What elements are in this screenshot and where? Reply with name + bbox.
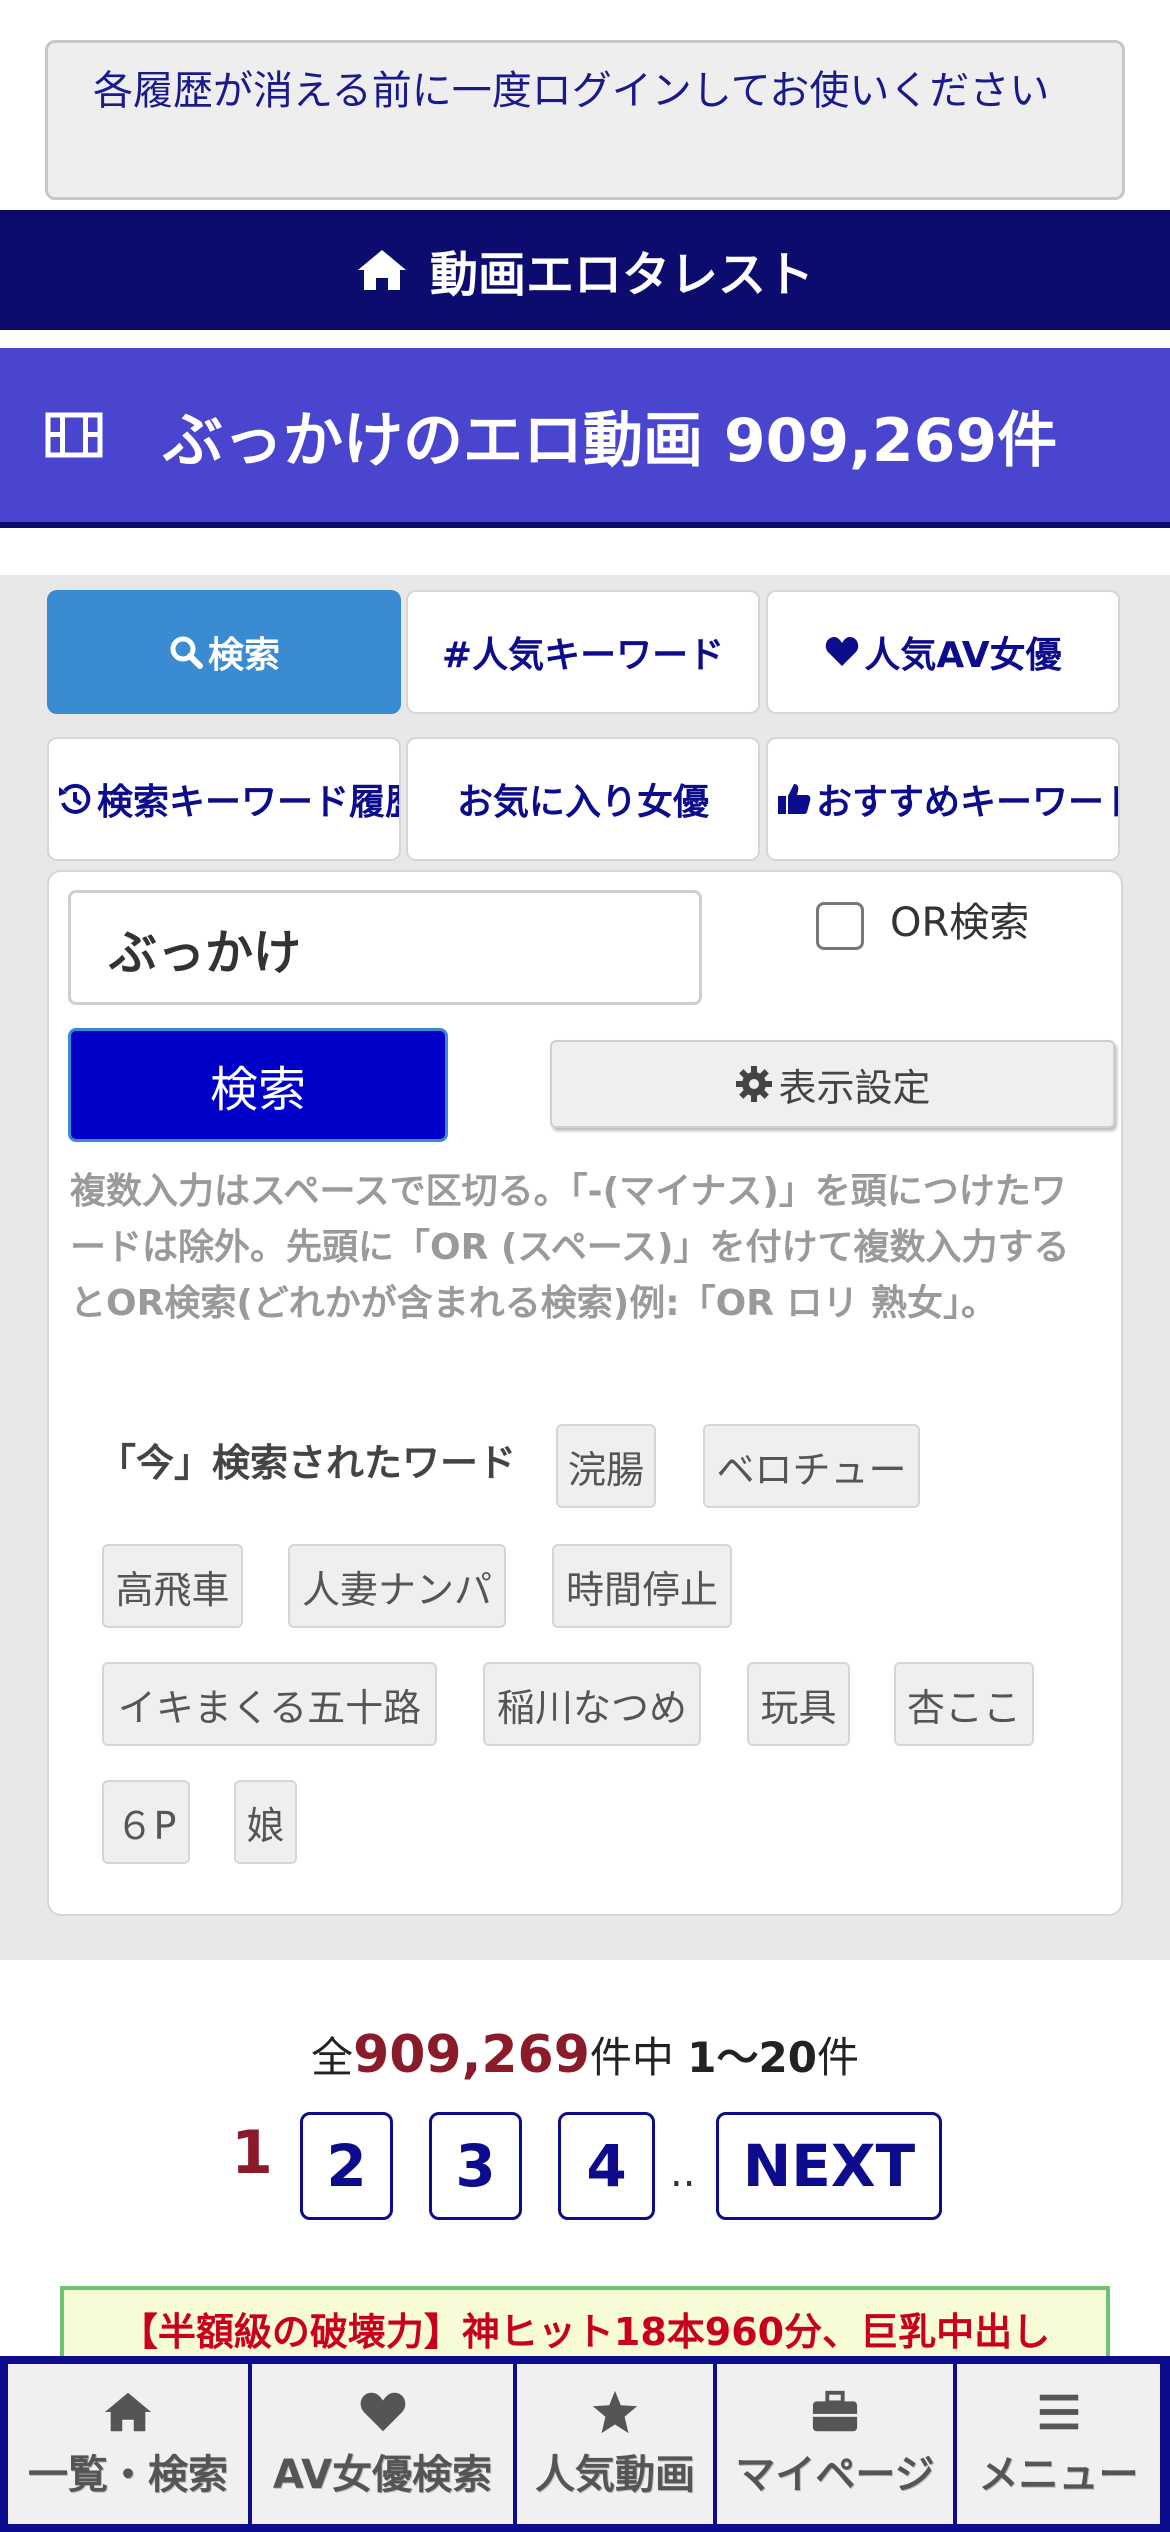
- tab-favorite-actresses-label: お気に入り女優: [456, 782, 709, 823]
- site-name: 動画エロタレスト: [429, 247, 814, 303]
- current-page: 1: [231, 2118, 273, 2188]
- nav-actress-search[interactable]: AV女優検索: [252, 2364, 513, 2524]
- trending-word-chip[interactable]: イキまくる五十路: [102, 1662, 437, 1746]
- result-count-middle: 件中: [589, 2033, 688, 2082]
- promo-banner[interactable]: 【半額級の破壊力】神ヒット18本960分、巨乳中出し: [60, 2286, 1110, 2366]
- menu-icon: [1039, 2394, 1078, 2430]
- search-input[interactable]: [68, 890, 702, 1005]
- search-button[interactable]: 検索: [68, 1028, 448, 1142]
- home-icon: [104, 2392, 152, 2432]
- result-total: 909,269: [353, 2025, 590, 2085]
- tab-favorite-actresses[interactable]: お気に入り女優: [406, 737, 760, 861]
- result-count-prefix: 全: [311, 2033, 354, 2082]
- site-header-link[interactable]: 動画エロタレスト: [0, 210, 1170, 330]
- trending-word-chip[interactable]: 娘: [234, 1780, 297, 1864]
- display-settings-button[interactable]: 表示設定: [550, 1040, 1115, 1128]
- login-notice: 各履歴が消える前に一度ログインしてお使いください: [45, 40, 1125, 200]
- next-page-button[interactable]: NEXT: [716, 2112, 942, 2220]
- tab-popular-actresses[interactable]: 人気AV女優: [766, 590, 1120, 714]
- tab-search-history-label: 検索キーワード履歴: [97, 782, 401, 823]
- trending-word-chip[interactable]: 浣腸: [556, 1424, 656, 1508]
- tab-recommended-keywords[interactable]: おすすめキーワード: [766, 737, 1120, 861]
- promo-text: 【半額級の破壊力】神ヒット18本960分、巨乳中出し: [119, 2309, 1051, 2354]
- nav-my-page[interactable]: マイページ: [717, 2364, 953, 2524]
- trending-word-chip[interactable]: 人妻ナンパ: [288, 1544, 506, 1628]
- search-icon: [170, 636, 203, 669]
- heart-icon: [360, 2392, 405, 2432]
- heart-icon: [826, 637, 859, 666]
- or-search-label: OR検索: [890, 900, 1030, 946]
- result-count: 全909,269件中 1〜20件: [0, 2024, 1170, 2085]
- trending-word-chip[interactable]: 時間停止: [552, 1544, 732, 1628]
- search-button-label: 検索: [209, 1062, 306, 1118]
- trending-words-label: 「今」検索されたワード: [98, 1441, 517, 1485]
- result-range: 1〜20: [687, 2033, 817, 2082]
- pagination-ellipsis: ..: [670, 2150, 696, 2196]
- trending-word-chip[interactable]: ６P: [102, 1780, 190, 1864]
- tab-popular-actresses-label: 人気AV女優: [864, 635, 1062, 676]
- tab-search-label: 検索: [207, 635, 280, 676]
- nav-menu[interactable]: メニュー: [957, 2364, 1160, 2524]
- nav-actress-search-label: AV女優検索: [272, 2452, 493, 2498]
- or-search-checkbox[interactable]: [816, 902, 864, 950]
- thumbs-up-icon: [778, 784, 811, 814]
- page-link[interactable]: 3: [429, 2112, 522, 2220]
- history-icon: [59, 783, 91, 814]
- trending-word-chip[interactable]: 玩具: [747, 1662, 850, 1746]
- nav-list-search-label: 一覧・検索: [28, 2452, 228, 2498]
- tab-popular-keywords[interactable]: #人気キーワード: [406, 590, 760, 714]
- display-settings-label: 表示設定: [778, 1065, 931, 1110]
- trending-word-chip[interactable]: 稲川なつめ: [483, 1662, 701, 1746]
- search-panel: [47, 870, 1123, 1916]
- page-title: ぶっかけのエロ動画 909,269件: [163, 405, 1058, 476]
- film-icon: [45, 412, 103, 458]
- page-title-bar: ぶっかけのエロ動画 909,269件: [0, 348, 1170, 528]
- nav-menu-label: メニュー: [978, 2452, 1139, 2498]
- gear-icon: [736, 1066, 773, 1102]
- tab-search-history[interactable]: 検索キーワード履歴: [47, 737, 401, 861]
- nav-popular-videos[interactable]: 人気動画: [517, 2364, 713, 2524]
- result-count-suffix: 件: [816, 2033, 859, 2082]
- trending-word-chip[interactable]: 高飛車: [102, 1544, 243, 1628]
- search-help-text: 複数入力はスペースで区切る。「-(マイナス)」を頭につけたワードは除外。先頭に「…: [70, 1171, 1070, 1324]
- login-notice-text: 各履歴が消える前に一度ログインしてお使いください: [93, 68, 1050, 114]
- tab-recommended-keywords-label: おすすめキーワード: [816, 782, 1120, 823]
- nav-popular-videos-label: 人気動画: [535, 2452, 695, 2498]
- briefcase-icon: [812, 2390, 858, 2432]
- nav-list-search[interactable]: 一覧・検索: [8, 2364, 248, 2524]
- bottom-nav: 一覧・検索 AV女優検索 人気動画 マイページ メニュー: [0, 2356, 1170, 2532]
- home-icon: [357, 250, 406, 290]
- tab-search[interactable]: 検索: [47, 590, 401, 714]
- trending-word-chip[interactable]: ベロチュー: [703, 1424, 920, 1508]
- page-link[interactable]: 4: [558, 2112, 655, 2220]
- tab-popular-keywords-label: #人気キーワード: [441, 635, 725, 676]
- star-icon: [592, 2390, 638, 2434]
- nav-my-page-label: マイページ: [735, 2452, 935, 2498]
- page-link[interactable]: 2: [300, 2112, 393, 2220]
- trending-word-chip[interactable]: 杏ここ: [894, 1662, 1034, 1746]
